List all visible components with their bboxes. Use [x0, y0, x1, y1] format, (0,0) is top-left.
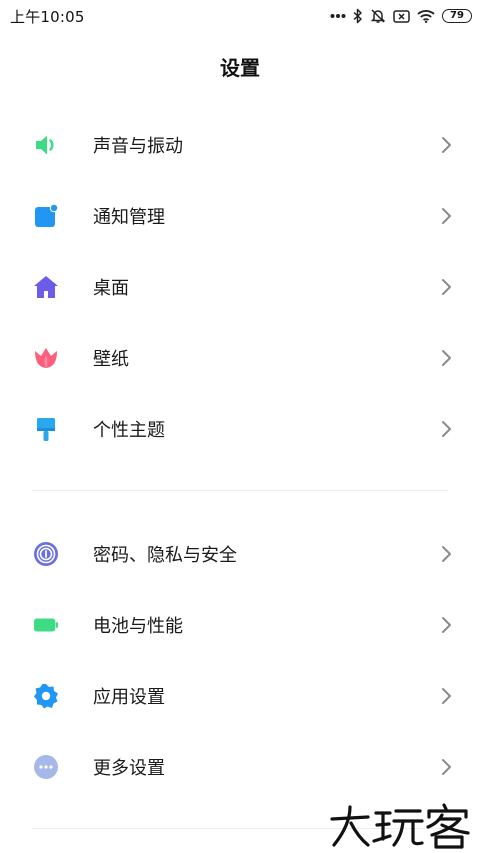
- notification-management-label: 通知管理: [93, 206, 165, 228]
- alarm-off-icon: [370, 9, 386, 23]
- chevron-right-icon: [442, 207, 451, 224]
- chevron-right-icon: [442, 349, 451, 366]
- watermark-logo: [330, 803, 470, 849]
- bluetooth-icon: [353, 8, 362, 24]
- more-icon: [33, 754, 59, 780]
- section-divider: [32, 490, 448, 491]
- home-screen-label: 桌面: [93, 277, 129, 299]
- app-settings-label: 应用设置: [93, 686, 165, 708]
- themes-item[interactable]: 个性主题: [0, 393, 480, 464]
- home-icon: [33, 274, 59, 300]
- page-title: 设置: [220, 56, 260, 80]
- battery-performance-item[interactable]: 电池与性能: [0, 589, 480, 660]
- gear-icon: [33, 683, 59, 709]
- tulip-icon: [33, 345, 59, 371]
- sound-vibration-item[interactable]: 声音与振动: [0, 109, 480, 180]
- fingerprint-icon: [33, 541, 59, 567]
- wifi-icon: [417, 10, 435, 23]
- wallpaper-label: 壁纸: [93, 348, 129, 370]
- settings-group-1: 声音与振动 通知管理 桌面 壁纸 个性主题: [0, 109, 480, 464]
- status-icons: 79: [330, 0, 472, 32]
- status-bar: 上午10:05 79: [0, 0, 480, 32]
- battery-level: 79: [450, 10, 464, 21]
- app-settings-item[interactable]: 应用设置: [0, 660, 480, 731]
- sim-error-icon: [393, 9, 410, 23]
- home-screen-item[interactable]: 桌面: [0, 251, 480, 322]
- chevron-right-icon: [442, 136, 451, 153]
- speaker-icon: [33, 132, 59, 158]
- notification-management-item[interactable]: 通知管理: [0, 180, 480, 251]
- more-dots-icon: [330, 14, 346, 18]
- chevron-right-icon: [442, 545, 451, 562]
- chevron-right-icon: [442, 687, 451, 704]
- paintbrush-icon: [33, 416, 59, 442]
- more-settings-label: 更多设置: [93, 757, 165, 779]
- chevron-right-icon: [442, 616, 451, 633]
- battery-icon: 79: [442, 9, 472, 23]
- password-privacy-security-label: 密码、隐私与安全: [93, 544, 237, 566]
- battery-green-icon: [33, 612, 59, 638]
- themes-label: 个性主题: [93, 419, 165, 441]
- chevron-right-icon: [442, 278, 451, 295]
- sound-vibration-label: 声音与振动: [93, 135, 183, 157]
- battery-performance-label: 电池与性能: [93, 615, 183, 637]
- chevron-right-icon: [442, 758, 451, 775]
- more-settings-item[interactable]: 更多设置: [0, 731, 480, 802]
- settings-group-2: 密码、隐私与安全 电池与性能 应用设置 更多设置: [0, 518, 480, 802]
- status-time: 上午10:05: [10, 7, 85, 26]
- password-privacy-security-item[interactable]: 密码、隐私与安全: [0, 518, 480, 589]
- chevron-right-icon: [442, 420, 451, 437]
- wallpaper-item[interactable]: 壁纸: [0, 322, 480, 393]
- notification-icon: [33, 203, 59, 229]
